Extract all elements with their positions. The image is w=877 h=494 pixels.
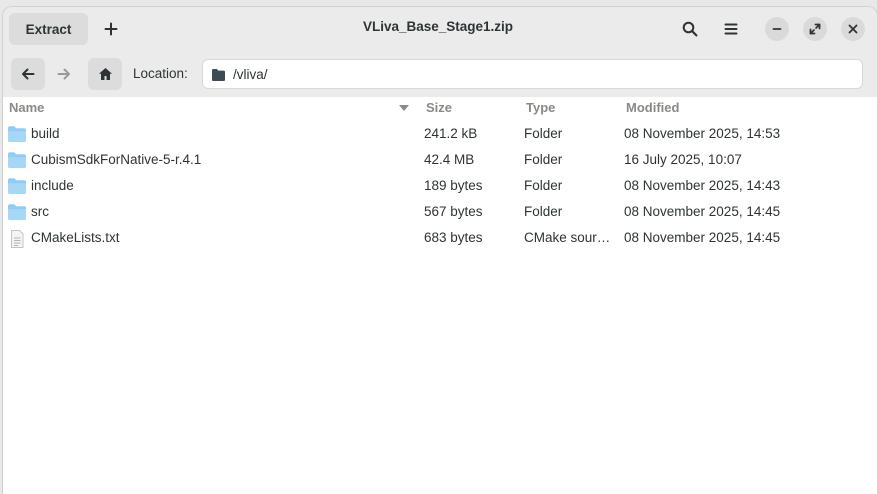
maximize-button[interactable] (803, 17, 827, 41)
home-button[interactable] (88, 58, 122, 90)
arrow-left-icon (22, 68, 35, 80)
archive-window: Extract VLiva_Base_Stage1.zip Location: … (3, 7, 877, 494)
file-size: 567 bytes (424, 204, 483, 219)
file-size: 189 bytes (424, 178, 483, 193)
text-file-icon (11, 230, 24, 248)
location-field[interactable]: /vliva/ (202, 59, 863, 89)
main-menu-button[interactable] (715, 13, 747, 45)
file-row[interactable]: src 567 bytes Folder 08 November 2025, 1… (3, 199, 877, 225)
column-header-name[interactable]: Name (9, 97, 44, 119)
location-path: /vliva/ (233, 66, 268, 82)
search-button[interactable] (674, 13, 706, 45)
file-type: Folder (524, 152, 563, 167)
home-icon (98, 68, 112, 80)
file-type: Folder (524, 204, 563, 219)
column-header-type[interactable]: Type (526, 97, 555, 119)
folder-icon (8, 126, 26, 142)
file-name: CMakeLists.txt (31, 230, 120, 245)
column-header-size[interactable]: Size (426, 97, 452, 119)
file-name: include (31, 178, 74, 193)
file-row[interactable]: CMakeLists.txt 683 bytes CMake sour… 08 … (3, 225, 877, 251)
file-size: 683 bytes (424, 230, 483, 245)
maximize-icon (809, 23, 821, 35)
file-type: Folder (524, 126, 563, 141)
plus-icon (104, 22, 118, 36)
back-button[interactable] (11, 58, 45, 90)
file-row[interactable]: CubismSdkForNative-5-r.4.1 42.4 MB Folde… (3, 147, 877, 173)
file-row[interactable]: build 241.2 kB Folder 08 November 2025, … (3, 121, 877, 147)
close-icon (848, 24, 858, 34)
file-modified: 08 November 2025, 14:45 (624, 204, 781, 219)
location-label: Location: (133, 66, 188, 81)
file-name: CubismSdkForNative-5-r.4.1 (31, 152, 202, 167)
file-row[interactable]: include 189 bytes Folder 08 November 202… (3, 173, 877, 199)
folder-icon (8, 204, 26, 220)
folder-icon (212, 68, 225, 81)
file-modified: 08 November 2025, 14:45 (624, 230, 781, 245)
file-type: Folder (524, 178, 563, 193)
window-title: VLiva_Base_Stage1.zip (362, 19, 514, 34)
file-modified: 08 November 2025, 14:53 (624, 126, 781, 141)
extract-button[interactable]: Extract (9, 13, 88, 45)
hamburger-menu-icon (724, 23, 738, 35)
column-header-modified[interactable]: Modified (626, 97, 679, 119)
forward-button[interactable] (47, 58, 81, 90)
close-button[interactable] (841, 17, 865, 41)
file-modified: 16 July 2025, 10:07 (624, 152, 742, 167)
arrow-right-icon (57, 68, 70, 80)
file-size: 241.2 kB (424, 126, 478, 141)
file-size: 42.4 MB (424, 152, 475, 167)
add-files-button[interactable] (95, 13, 127, 45)
file-type: CMake sour… (524, 230, 611, 245)
sort-descending-icon[interactable] (399, 105, 409, 111)
minimize-button[interactable] (765, 17, 789, 41)
folder-icon (8, 178, 26, 194)
minimize-icon (772, 28, 782, 30)
file-name: build (31, 126, 60, 141)
header-bar: Extract VLiva_Base_Stage1.zip Location: … (3, 7, 877, 97)
file-name: src (31, 204, 49, 219)
search-icon (682, 21, 698, 37)
file-list: Name Size Type Modified build 241.2 kB F… (3, 97, 877, 494)
file-modified: 08 November 2025, 14:43 (624, 178, 781, 193)
folder-icon (8, 152, 26, 168)
